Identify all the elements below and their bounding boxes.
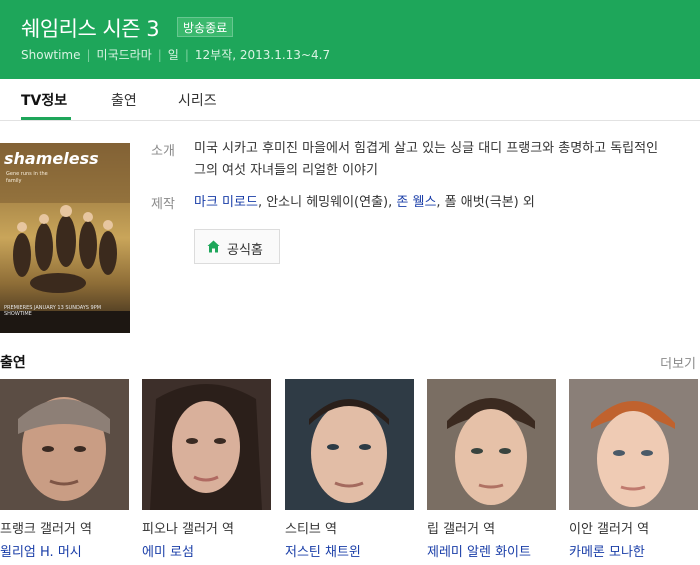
cast-card[interactable]: 이안 갤러거 역 카메론 모나한 bbox=[569, 379, 698, 565]
tab-tv-info[interactable]: TV정보 bbox=[21, 90, 67, 110]
cast-role: 이안 갤러거 역 bbox=[569, 522, 650, 537]
credits-label: 제작 bbox=[151, 197, 175, 212]
official-home-button[interactable]: 공식홈 bbox=[194, 229, 280, 264]
cast-photo[interactable] bbox=[142, 379, 271, 510]
cast-photo[interactable] bbox=[569, 379, 698, 510]
cast-actor-link[interactable]: 에미 로섬 bbox=[142, 541, 194, 560]
cast-card[interactable]: 립 갤러거 역 제레미 알렌 화이트 bbox=[427, 379, 556, 565]
show-description: 미국 시카고 후미진 마을에서 힘겹게 살고 있는 싱글 대디 프랭크와 총명하… bbox=[194, 141, 659, 178]
poster-tagline: Gene runs in the family bbox=[6, 171, 48, 184]
more-link[interactable]: 더보기 bbox=[660, 353, 696, 372]
cast-actor-link[interactable]: 제레미 알렌 화이트 bbox=[427, 541, 531, 560]
poster-logo: shameless bbox=[4, 149, 99, 168]
cast-card[interactable]: 피오나 갤러거 역 에미 로섬 bbox=[142, 379, 271, 565]
home-icon bbox=[207, 240, 220, 253]
cast-photo[interactable] bbox=[285, 379, 414, 510]
credit-text: , 안소니 헤밍웨이(연출), bbox=[257, 195, 397, 210]
show-meta: Showtime | 미국드라마 | 일 | 12부작, 2013.1.13~4.7 bbox=[21, 46, 330, 63]
poster-image[interactable]: shameless Gene runs in the family PREMIE… bbox=[0, 143, 130, 333]
tab-active-indicator bbox=[21, 117, 71, 120]
status-badge: 방송종료 bbox=[177, 17, 234, 37]
cast-actor-link[interactable]: 저스틴 채트윈 bbox=[285, 541, 361, 560]
cast-actor-link[interactable]: 윌리엄 H. 머시 bbox=[0, 541, 82, 560]
credits-line: 마크 미로드, 안소니 헤밍웨이(연출), 존 웰스, 폴 애벗(극본) 외 bbox=[194, 191, 535, 210]
meta-separator: | bbox=[86, 48, 91, 62]
cast-card[interactable]: 프랭크 갤러거 역 윌리엄 H. 머시 bbox=[0, 379, 129, 565]
credit-producer-link[interactable]: 존 웰스 bbox=[396, 195, 436, 210]
credit-director-link[interactable]: 마크 미로드 bbox=[194, 195, 258, 210]
tab-series[interactable]: 시리즈 bbox=[178, 90, 217, 110]
cast-role: 프랭크 갤러거 역 bbox=[0, 522, 92, 537]
meta-network[interactable]: Showtime bbox=[21, 48, 81, 62]
cast-photo[interactable] bbox=[0, 379, 129, 510]
cast-role: 피오나 갤러거 역 bbox=[142, 522, 234, 537]
intro-label: 소개 bbox=[151, 144, 175, 159]
cast-heading: 출연 bbox=[0, 355, 26, 371]
poster-footer: PREMIERES JANUARY 13 SUNDAYS 9PM SHOWTIM… bbox=[4, 305, 102, 317]
credit-text: , 폴 애벗(극본) 외 bbox=[436, 195, 535, 210]
meta-genre[interactable]: 미국드라마 bbox=[97, 48, 152, 62]
cast-photo[interactable] bbox=[427, 379, 556, 510]
page-title[interactable]: 쉐임리스 시즌 3 bbox=[21, 13, 160, 43]
header: 쉐임리스 시즌 3 방송종료 Showtime | 미국드라마 | 일 | 12부작, 20… bbox=[0, 0, 700, 79]
tab-bar: TV정보 출연 시리즈 bbox=[0, 79, 700, 121]
meta-episodes: 12부작, 2013.1.13~4.7 bbox=[194, 48, 331, 62]
cast-actor-link[interactable]: 카메론 모나한 bbox=[569, 541, 645, 560]
official-home-label: 공식홈 bbox=[227, 243, 263, 258]
meta-separator: | bbox=[157, 48, 162, 62]
cast-card[interactable]: 스티브 역 저스틴 채트윈 bbox=[285, 379, 414, 565]
cast-role: 스티브 역 bbox=[285, 522, 337, 537]
cast-role: 립 갤러거 역 bbox=[427, 522, 496, 537]
meta-separator: | bbox=[184, 48, 189, 62]
tab-cast[interactable]: 출연 bbox=[111, 90, 137, 110]
meta-day: 일 bbox=[167, 48, 179, 62]
